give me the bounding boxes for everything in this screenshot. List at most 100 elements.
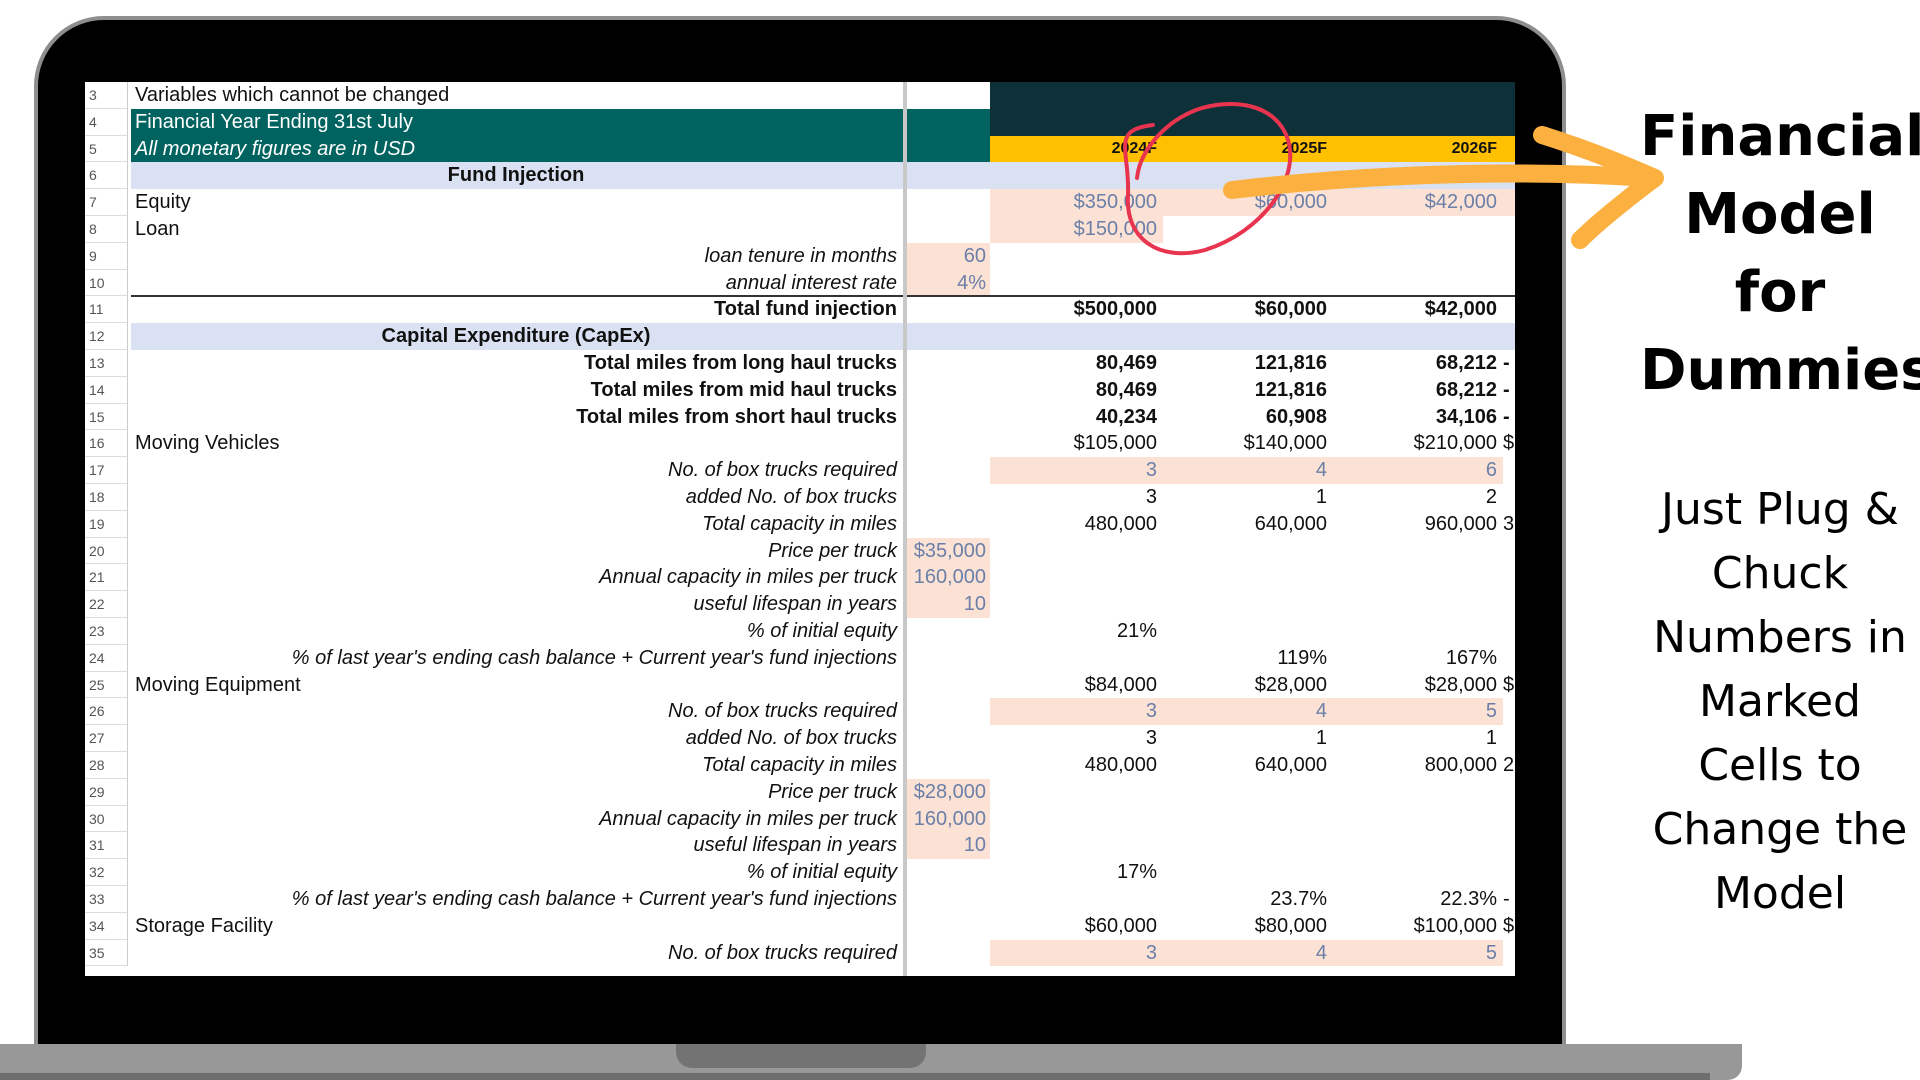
year-cell-2026F[interactable]: 5: [1333, 698, 1503, 726]
year-cell-2024F[interactable]: [990, 806, 1163, 833]
row-label-cell[interactable]: Total capacity in miles: [131, 511, 903, 538]
input-cell[interactable]: [907, 725, 990, 752]
year-cell-2026F[interactable]: 800,000: [1333, 752, 1503, 779]
row-label-cell[interactable]: annual interest rate: [131, 270, 903, 297]
year-cell-2026F[interactable]: [1333, 832, 1503, 859]
year-cell-partial[interactable]: $: [1503, 913, 1515, 940]
input-cell[interactable]: [907, 752, 990, 779]
year-cell-2025F[interactable]: $60,000: [1163, 296, 1333, 323]
year-cell-2026F[interactable]: $210,000: [1333, 430, 1503, 457]
row-label-cell[interactable]: Moving Equipment: [131, 672, 903, 699]
year-cell-2026F[interactable]: 68,212: [1333, 377, 1503, 404]
input-cell[interactable]: [907, 940, 990, 967]
year-cell-2026F[interactable]: $42,000: [1333, 296, 1503, 323]
year-cell-partial[interactable]: [1503, 270, 1515, 297]
year-cell-2024F[interactable]: $500,000: [990, 296, 1163, 323]
row-label-cell[interactable]: Total miles from short haul trucks: [131, 404, 903, 431]
year-cell-partial[interactable]: [1503, 189, 1515, 216]
year-cell-2025F[interactable]: 119%: [1163, 645, 1333, 672]
year-cell-partial[interactable]: -: [1503, 886, 1515, 913]
row-label-cell[interactable]: Total capacity in miles: [131, 752, 903, 779]
input-cell[interactable]: [907, 913, 990, 940]
input-cell[interactable]: 10: [907, 591, 990, 618]
year-cell-2025F[interactable]: [1163, 323, 1333, 350]
input-cell[interactable]: $35,000: [907, 537, 990, 565]
row-number[interactable]: 16: [85, 430, 128, 458]
row-number[interactable]: 13: [85, 350, 128, 377]
year-cell-2025F[interactable]: [1163, 806, 1333, 833]
row-label-cell[interactable]: Annual capacity in miles per truck: [131, 564, 903, 591]
row-label-cell[interactable]: Price per truck: [131, 538, 903, 565]
input-cell[interactable]: 160,000: [907, 805, 990, 833]
year-cell-2026F[interactable]: [1333, 323, 1503, 350]
year-cell-2025F[interactable]: 640,000: [1163, 752, 1333, 779]
row-label-cell[interactable]: Loan: [131, 216, 903, 243]
year-cell-2026F[interactable]: [1333, 806, 1503, 833]
row-label-cell[interactable]: All monetary figures are in USD: [131, 135, 903, 163]
year-cell-2026F[interactable]: 5: [1333, 939, 1503, 967]
year-cell-2026F[interactable]: [1333, 82, 1503, 109]
year-cell-2025F[interactable]: [1163, 859, 1333, 886]
year-cell-2024F[interactable]: [990, 82, 1163, 109]
year-cell-2026F[interactable]: 2: [1333, 484, 1503, 511]
input-cell[interactable]: [907, 82, 990, 109]
row-number[interactable]: 17: [85, 457, 128, 484]
input-cell[interactable]: [907, 350, 990, 377]
year-header-2026F[interactable]: 2026F: [1333, 135, 1503, 163]
year-cell-2025F[interactable]: [1163, 82, 1333, 109]
input-cell[interactable]: [907, 698, 990, 725]
year-cell-partial[interactable]: [1503, 243, 1515, 270]
row-label-cell[interactable]: Total miles from long haul trucks: [131, 350, 903, 377]
row-label-cell[interactable]: % of initial equity: [131, 859, 903, 886]
year-cell-2026F[interactable]: [1333, 779, 1503, 806]
year-header-2024F[interactable]: 2024F: [990, 135, 1163, 163]
row-number[interactable]: 31: [85, 832, 128, 860]
year-cell-2024F[interactable]: [990, 108, 1163, 136]
year-cell-partial[interactable]: [1503, 806, 1515, 833]
input-cell[interactable]: [907, 216, 990, 243]
row-label-cell[interactable]: useful lifespan in years: [131, 591, 903, 618]
year-cell-partial[interactable]: [1503, 725, 1515, 752]
year-cell-2026F[interactable]: 167%: [1333, 645, 1503, 672]
year-cell-2026F[interactable]: [1333, 618, 1503, 645]
row-label-cell[interactable]: No. of box trucks required: [131, 457, 903, 484]
year-cell-2024F[interactable]: 80,469: [990, 377, 1163, 404]
year-cell-2024F[interactable]: [990, 779, 1163, 806]
row-label-cell[interactable]: No. of box trucks required: [131, 698, 903, 725]
year-cell-partial[interactable]: [1503, 108, 1515, 136]
year-cell-2026F[interactable]: 6: [1333, 457, 1503, 484]
year-cell-2025F[interactable]: [1163, 243, 1333, 270]
input-cell[interactable]: [907, 457, 990, 484]
year-cell-partial[interactable]: -: [1503, 377, 1515, 404]
row-label-cell[interactable]: Financial Year Ending 31st July: [131, 108, 903, 136]
year-cell-2025F[interactable]: 4: [1163, 457, 1333, 484]
year-cell-2026F[interactable]: $42,000: [1333, 189, 1503, 216]
row-number[interactable]: 6: [85, 162, 128, 190]
input-cell[interactable]: [907, 886, 990, 913]
year-cell-2025F[interactable]: [1163, 618, 1333, 645]
year-cell-2024F[interactable]: $150,000: [990, 216, 1163, 243]
year-cell-partial[interactable]: [1503, 645, 1515, 672]
frozen-column-divider[interactable]: [903, 82, 907, 976]
row-number[interactable]: 7: [85, 189, 128, 216]
row-number[interactable]: 27: [85, 725, 128, 752]
year-cell-2025F[interactable]: 1: [1163, 484, 1333, 511]
year-cell-2026F[interactable]: 34,106: [1333, 404, 1503, 431]
year-cell-partial[interactable]: [1503, 940, 1515, 967]
row-number[interactable]: 26: [85, 698, 128, 726]
row-number[interactable]: 24: [85, 644, 128, 672]
year-cell-partial[interactable]: -: [1503, 350, 1515, 377]
year-cell-2024F[interactable]: [990, 645, 1163, 672]
year-cell-partial[interactable]: [1503, 82, 1515, 109]
year-cell-2024F[interactable]: [990, 564, 1163, 591]
row-number[interactable]: 8: [85, 216, 128, 243]
year-cell-partial[interactable]: [1503, 779, 1515, 806]
year-cell-2025F[interactable]: $60,000: [1163, 189, 1333, 216]
year-cell-2024F[interactable]: 480,000: [990, 752, 1163, 779]
year-cell-2024F[interactable]: 3: [990, 725, 1163, 752]
year-cell-2024F[interactable]: $105,000: [990, 430, 1163, 457]
year-cell-2025F[interactable]: [1163, 162, 1333, 190]
row-number[interactable]: 34: [85, 912, 128, 940]
year-cell-2025F[interactable]: [1163, 591, 1333, 618]
year-cell-2024F[interactable]: [990, 162, 1163, 190]
